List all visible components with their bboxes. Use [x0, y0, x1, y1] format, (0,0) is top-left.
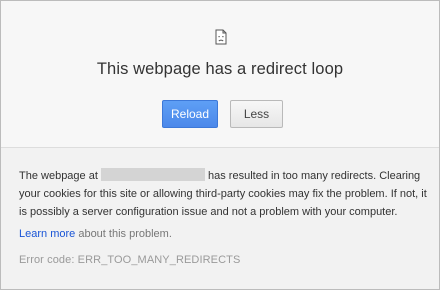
page-title: This webpage has a redirect loop [96, 60, 344, 78]
error-description: The webpage at has resulted in too many … [19, 167, 427, 221]
less-button[interactable]: Less [230, 100, 283, 128]
learn-more-link[interactable]: Learn more [19, 228, 75, 240]
error-code: Error code: ERR_TOO_MANY_REDIRECTS [19, 254, 241, 266]
redacted-url [100, 168, 205, 181]
error-page: This webpage has a redirect loop Reload … [0, 0, 440, 290]
description-text-before-url: The webpage at [19, 170, 98, 182]
reload-button[interactable]: Reload [162, 100, 218, 128]
sad-page-icon [215, 29, 227, 45]
error-summary-panel: This webpage has a redirect loop Reload … [1, 1, 439, 147]
learn-more-line: Learn more about this problem. [19, 228, 172, 240]
learn-more-suffix: about this problem. [78, 228, 172, 240]
